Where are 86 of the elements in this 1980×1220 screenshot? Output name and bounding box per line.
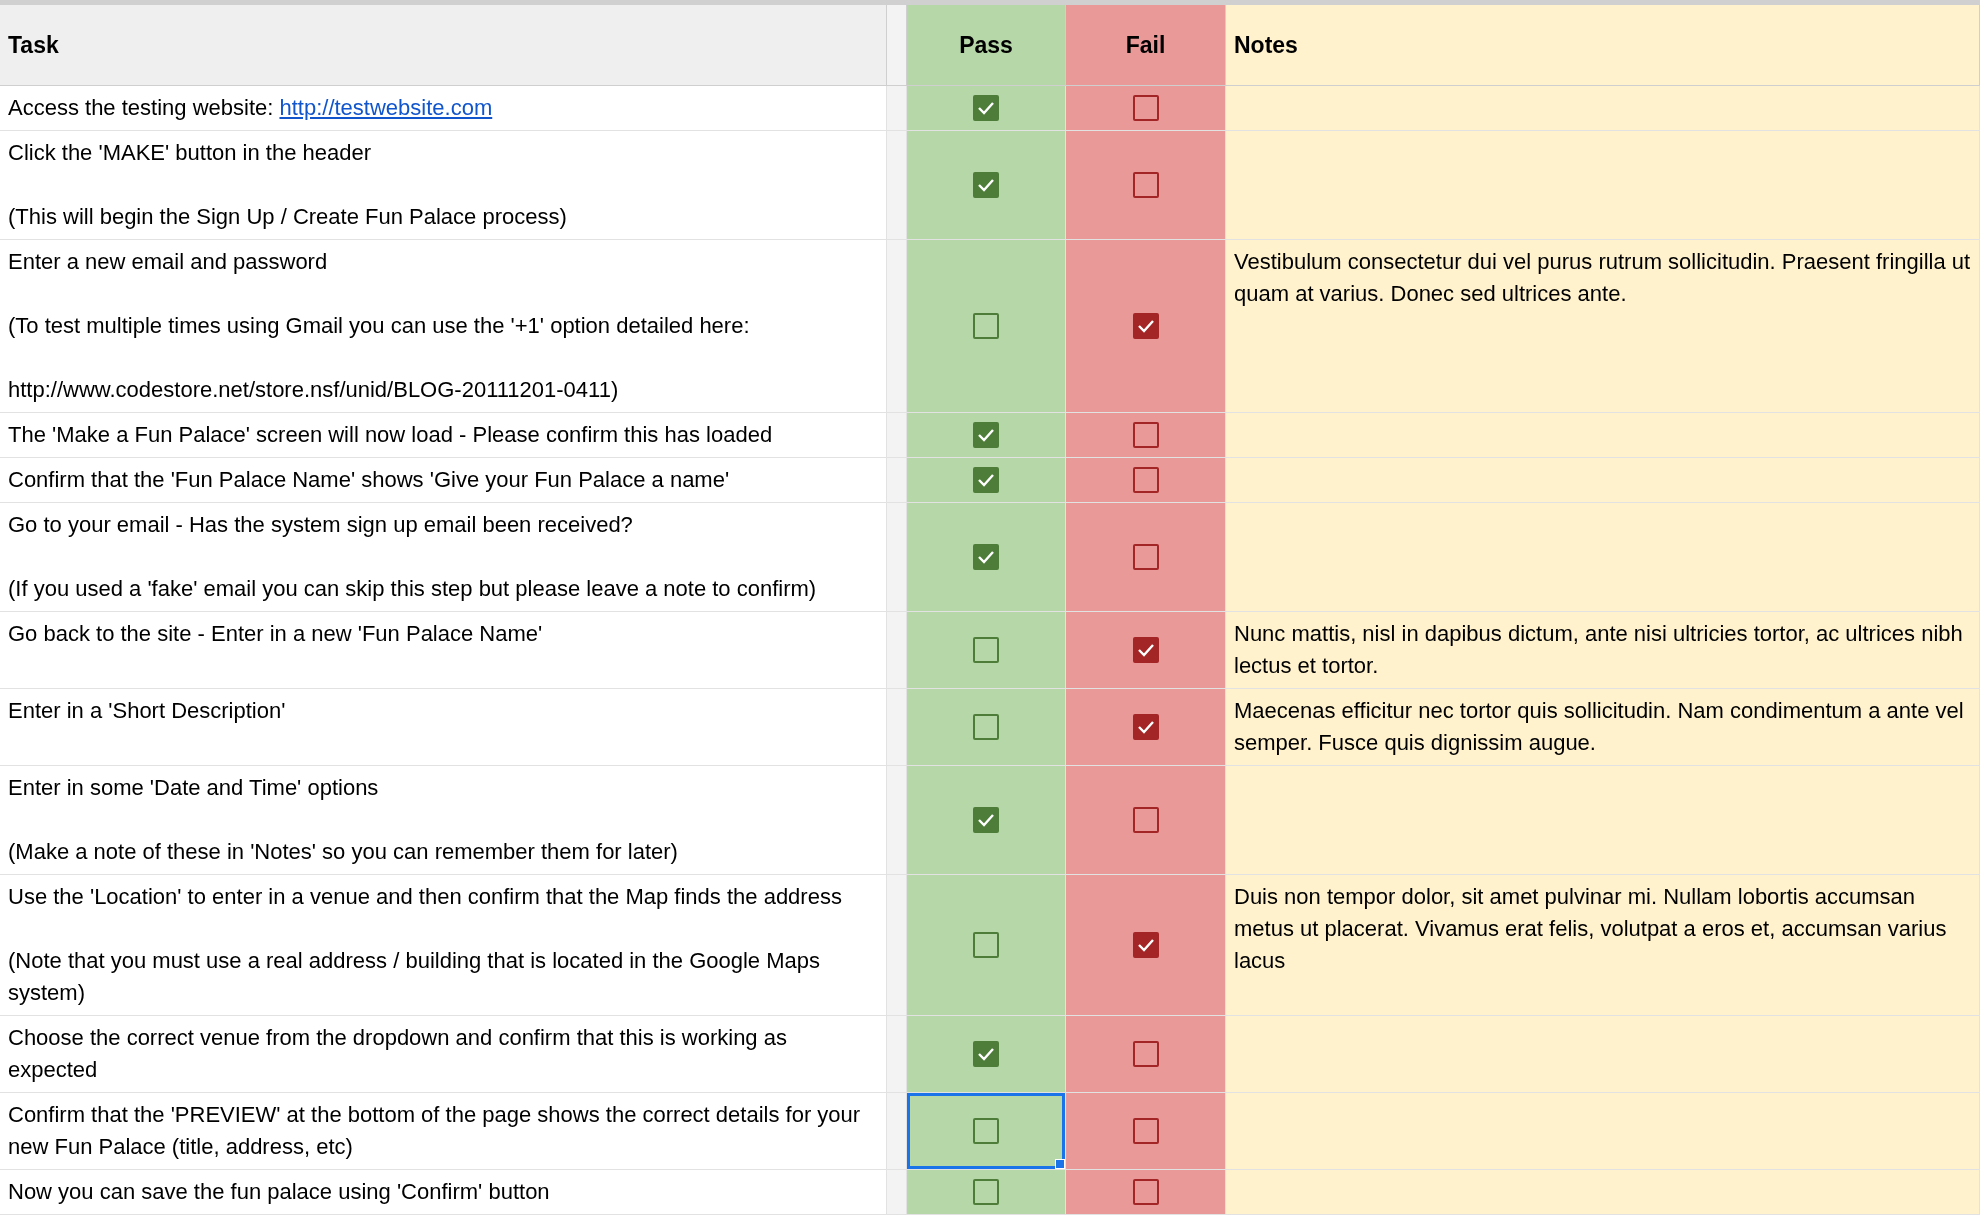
pass-cell[interactable] <box>907 1093 1066 1170</box>
checkbox[interactable] <box>973 422 999 448</box>
check-icon <box>977 178 995 192</box>
note-text: Maecenas efficitur nec tortor quis sollicitudin. Nam condimentum a ante vel semper. Fusce quis dignissim augue. <box>1234 697 1965 757</box>
task-text: Enter a new email and password (To test multiple times using Gmail you can use the '+1' option detailed here: http://www.codestore.net/store.nsf/unid/BLOG-20111201-0411) <box>8 248 750 404</box>
check-icon <box>977 550 995 564</box>
check-icon <box>1136 720 1155 734</box>
task-text: Use the 'Location' to enter in a venue and then confirm that the Map finds the address (Note that you must use a real address / building that is located in the Google Maps system) <box>8 883 843 1007</box>
column-header: Fail <box>1125 31 1166 59</box>
checkbox[interactable] <box>1132 807 1159 833</box>
checkbox[interactable] <box>973 1041 999 1067</box>
fail-cell[interactable] <box>1066 413 1226 458</box>
task-text: Go to your email - Has the system sign up email been received? (If you used a 'fake' email you can skip this step but please leave a note to confirm) <box>8 511 817 603</box>
fill-handle[interactable] <box>1055 1159 1065 1169</box>
checkbox[interactable] <box>1132 932 1159 958</box>
checkbox[interactable] <box>973 932 999 958</box>
checkbox[interactable] <box>1132 467 1159 493</box>
column-header: Task <box>8 31 59 59</box>
pass-cell[interactable] <box>907 1170 1066 1215</box>
fail-cell[interactable] <box>1066 1093 1226 1170</box>
pass-cell[interactable] <box>907 503 1066 612</box>
task-text: Go back to the site - Enter in a new 'Fun Palace Name' <box>8 620 543 648</box>
pass-cell[interactable] <box>907 86 1066 131</box>
fail-cell[interactable] <box>1066 86 1226 131</box>
check-icon <box>977 813 995 827</box>
note-text: Duis non tempor dolor, sit amet pulvinar mi. Nullam lobortis accumsan metus ut placerat. Vivamus erat felis, volutpat a eros et, accumsan varius lacus <box>1234 883 1948 975</box>
task-text: Enter in a 'Short Description' <box>8 697 286 725</box>
checkbox[interactable] <box>1132 95 1159 121</box>
fail-cell[interactable] <box>1066 766 1226 875</box>
checkbox[interactable] <box>973 172 999 198</box>
checkbox[interactable] <box>973 1118 999 1144</box>
checkbox[interactable] <box>973 95 999 121</box>
pass-cell[interactable] <box>907 612 1066 689</box>
checkbox[interactable] <box>973 807 999 833</box>
link[interactable]: http://testwebsite.com <box>279 95 493 120</box>
fail-cell[interactable] <box>1066 1170 1226 1215</box>
fail-cell[interactable] <box>1066 503 1226 612</box>
check-icon <box>977 428 995 442</box>
checkbox[interactable] <box>973 467 999 493</box>
pass-cell[interactable] <box>907 875 1066 1016</box>
check-icon <box>977 473 995 487</box>
task-text: Choose the correct venue from the dropdown and confirm that this is working as expected <box>8 1024 788 1084</box>
note-text: Nunc mattis, nisl in dapibus dictum, ante nisi ultricies tortor, ac ultrices nibh lectus et tortor. <box>1234 620 1964 680</box>
fail-cell[interactable] <box>1066 1016 1226 1093</box>
fail-cell[interactable] <box>1066 240 1226 413</box>
fail-cell[interactable] <box>1066 458 1226 503</box>
checkbox[interactable] <box>1132 544 1159 570</box>
pass-cell[interactable] <box>907 240 1066 413</box>
checkbox[interactable] <box>1132 714 1159 740</box>
checkbox[interactable] <box>1132 422 1159 448</box>
pass-cell[interactable] <box>907 131 1066 240</box>
task-text: Confirm that the 'Fun Palace Name' shows 'Give your Fun Palace a name' <box>8 466 730 494</box>
column-header: Notes <box>1234 31 1298 59</box>
checkbox[interactable] <box>973 1179 999 1205</box>
checkbox[interactable] <box>1132 1118 1159 1144</box>
check-icon <box>1136 938 1155 952</box>
column-header: Pass <box>959 31 1013 59</box>
checkbox[interactable] <box>1132 172 1159 198</box>
fail-cell[interactable] <box>1066 689 1226 766</box>
pass-cell[interactable] <box>907 458 1066 503</box>
checkbox[interactable] <box>973 313 999 339</box>
task-text: Now you can save the fun palace using 'Confirm' button <box>8 1178 550 1206</box>
fail-cell[interactable] <box>1066 612 1226 689</box>
pass-cell[interactable] <box>907 766 1066 875</box>
task-text: Enter in some 'Date and Time' options (Make a note of these in 'Notes' so you can remember them for later) <box>8 774 678 866</box>
check-icon <box>1136 319 1155 333</box>
fail-cell[interactable] <box>1066 875 1226 1016</box>
checkbox[interactable] <box>973 544 999 570</box>
check-icon <box>977 1047 995 1061</box>
task-text: Confirm that the 'PREVIEW' at the bottom of the page shows the correct details for your new Fun Palace (title, address, etc) <box>8 1101 862 1161</box>
note-text: Vestibulum consectetur dui vel purus rutrum sollicitudin. Praesent fringilla ut quam at varius. Donec sed ultrices ante. <box>1234 248 1971 308</box>
checkbox[interactable] <box>973 637 999 663</box>
checkbox[interactable] <box>1132 637 1159 663</box>
task-text: Access the testing website: http://testwebsite.com <box>8 94 493 122</box>
checkbox[interactable] <box>1132 1179 1159 1205</box>
pass-cell[interactable] <box>907 1016 1066 1093</box>
task-text: Click the 'MAKE' button in the header (This will begin the Sign Up / Create Fun Palace process) <box>8 139 567 231</box>
pass-cell[interactable] <box>907 689 1066 766</box>
check-icon <box>1136 643 1155 657</box>
pass-cell[interactable] <box>907 413 1066 458</box>
fail-cell[interactable] <box>1066 131 1226 240</box>
task-text: The 'Make a Fun Palace' screen will now load - Please confirm this has loaded <box>8 421 773 449</box>
check-icon <box>977 101 995 115</box>
checkbox[interactable] <box>1132 1041 1159 1067</box>
checkbox[interactable] <box>973 714 999 740</box>
checkbox[interactable] <box>1132 313 1159 339</box>
